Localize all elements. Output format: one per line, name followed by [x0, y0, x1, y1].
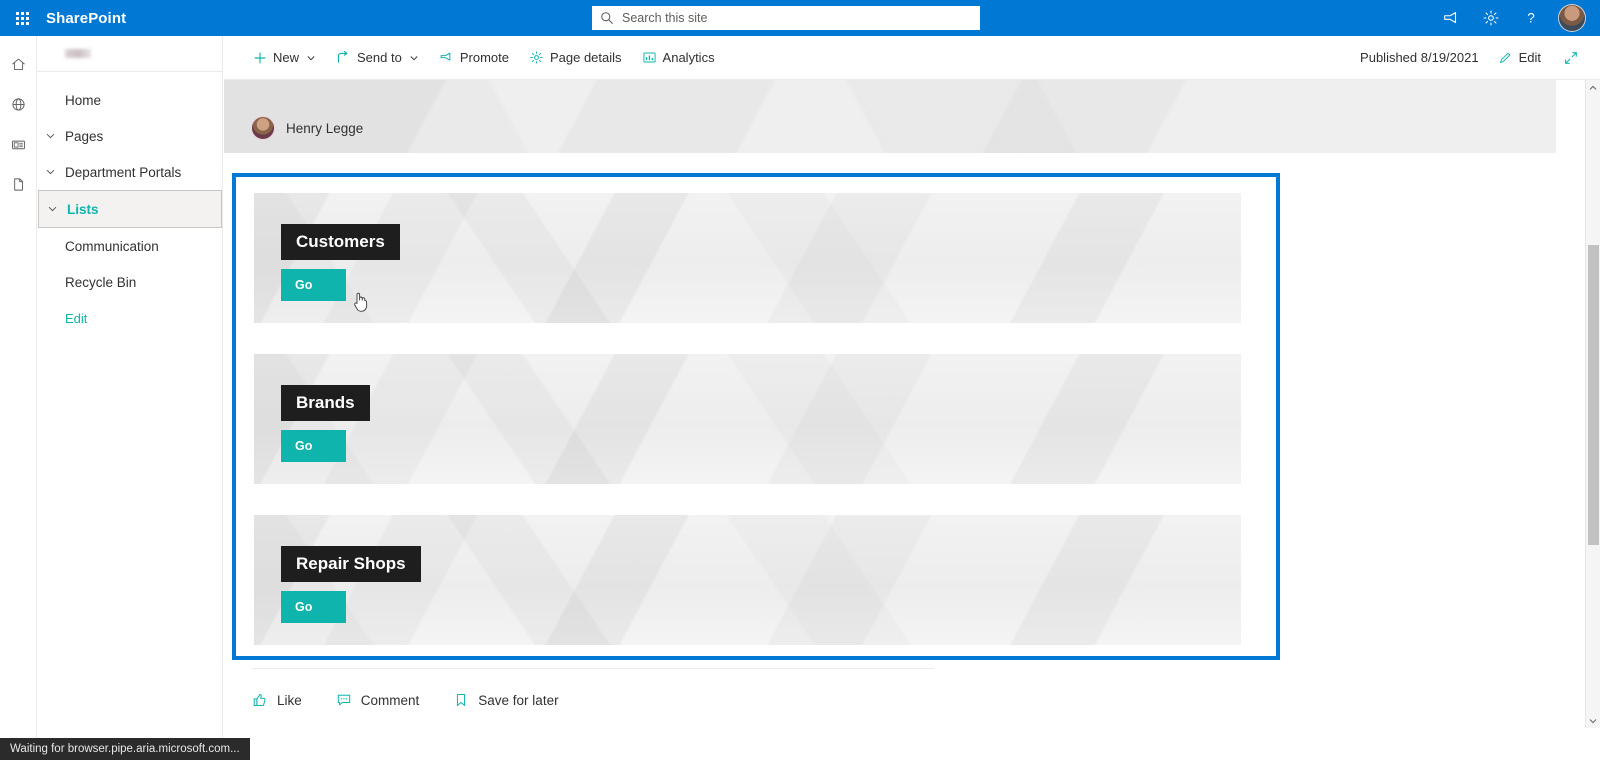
- site-navigation: Home Pages Department Portals Lists Comm…: [37, 36, 223, 760]
- nav-list: Home Pages Department Portals Lists Comm…: [37, 72, 222, 336]
- sharepoint-brand-link[interactable]: SharePoint: [46, 10, 126, 27]
- analytics-chart-icon: [642, 50, 657, 65]
- nav-edit-link[interactable]: Edit: [37, 300, 222, 336]
- command-bar-left: New Send to Promote Page details Analyti…: [224, 41, 724, 75]
- chevron-down-icon: [45, 131, 56, 142]
- bookmark-icon: [453, 692, 469, 708]
- author-avatar: [251, 116, 275, 140]
- gear-icon[interactable]: [1472, 0, 1510, 36]
- page-canvas: Henry Legge Customers Go Brands Go Repai…: [224, 80, 1600, 728]
- like-button[interactable]: Like: [252, 692, 302, 708]
- status-text: Waiting for browser.pipe.aria.microsoft.…: [10, 743, 240, 755]
- site-logo-row[interactable]: [37, 36, 222, 72]
- vertical-scrollbar[interactable]: [1585, 80, 1600, 728]
- promote-megaphone-icon: [439, 50, 454, 65]
- waffle-menu-button[interactable]: [0, 0, 44, 36]
- nav-label: Department Portals: [65, 164, 182, 180]
- help-question-icon[interactable]: ?: [1512, 0, 1550, 36]
- page-details-button-label: Page details: [549, 50, 622, 65]
- scrollbar-thumb[interactable]: [1588, 245, 1599, 545]
- new-button[interactable]: New: [244, 41, 325, 75]
- home-icon[interactable]: [0, 44, 37, 84]
- expand-button[interactable]: [1554, 41, 1588, 75]
- command-bar-right: Published 8/19/2021 Edit: [1360, 41, 1588, 75]
- nav-label: Lists: [67, 201, 99, 217]
- save-for-later-button-label: Save for later: [478, 692, 559, 708]
- send-to-button[interactable]: Send to: [327, 41, 428, 75]
- page-divider: [252, 668, 934, 669]
- search-input[interactable]: [622, 11, 972, 25]
- nav-label: Recycle Bin: [65, 274, 137, 290]
- hero-card[interactable]: Brands Go: [254, 354, 1241, 484]
- chevron-down-icon: [45, 167, 56, 178]
- page-details-button[interactable]: Page details: [520, 41, 631, 75]
- scroll-down-arrow-icon[interactable]: [1586, 713, 1600, 728]
- scroll-up-arrow-icon[interactable]: [1586, 80, 1600, 95]
- analytics-button[interactable]: Analytics: [633, 41, 724, 75]
- sidebar-item-lists[interactable]: Lists: [38, 190, 222, 228]
- chevron-down-icon: [409, 53, 419, 63]
- selected-webpart[interactable]: Customers Go Brands Go Repair Shops Go: [232, 173, 1280, 660]
- send-to-button-label: Send to: [357, 50, 402, 65]
- avatar: [1558, 4, 1586, 32]
- page-banner-image: [224, 80, 1556, 153]
- suite-actions: ?: [1432, 0, 1592, 36]
- analytics-button-label: Analytics: [662, 50, 715, 65]
- waffle-grid-icon: [15, 11, 29, 25]
- save-for-later-button[interactable]: Save for later: [453, 692, 559, 708]
- hero-card-go-button[interactable]: Go: [281, 430, 346, 462]
- comment-button[interactable]: Comment: [336, 692, 420, 708]
- sidebar-item-recycle-bin[interactable]: Recycle Bin: [37, 264, 222, 300]
- hero-card-go-button[interactable]: Go: [281, 591, 346, 623]
- comment-bubble-icon: [336, 692, 352, 708]
- app-rail: [0, 36, 37, 760]
- pencil-icon: [1498, 50, 1513, 65]
- sidebar-item-home[interactable]: Home: [37, 82, 222, 118]
- thumbs-up-icon: [252, 692, 268, 708]
- edit-button[interactable]: Edit: [1489, 41, 1550, 75]
- author-name: Henry Legge: [286, 120, 364, 136]
- chevron-down-icon: [47, 204, 58, 215]
- comment-button-label: Comment: [360, 692, 420, 708]
- nav-label: Communication: [65, 238, 159, 254]
- feedback-megaphone-icon[interactable]: [1432, 0, 1470, 36]
- edit-button-label: Edit: [1518, 50, 1541, 65]
- hero-card[interactable]: Customers Go: [254, 193, 1241, 323]
- svg-text:?: ?: [1527, 11, 1535, 26]
- hero-card-title: Customers: [281, 224, 400, 260]
- browser-status-bar: Waiting for browser.pipe.aria.microsoft.…: [0, 738, 250, 760]
- expand-diagonal-icon: [1563, 50, 1579, 66]
- new-button-label: New: [273, 50, 300, 65]
- page-icon[interactable]: [0, 164, 37, 204]
- hero-card-title: Repair Shops: [281, 546, 421, 582]
- sidebar-item-pages[interactable]: Pages: [37, 118, 222, 154]
- page-details-gear-icon: [529, 50, 544, 65]
- site-logo-redacted-icon: [65, 49, 91, 58]
- promote-button[interactable]: Promote: [430, 41, 518, 75]
- hero-card-title: Brands: [281, 385, 370, 421]
- hero-card-go-button[interactable]: Go: [281, 269, 346, 301]
- user-avatar-button[interactable]: [1552, 0, 1592, 36]
- search-icon: [601, 12, 613, 24]
- nav-label: Home: [65, 92, 102, 108]
- globe-icon[interactable]: [0, 84, 37, 124]
- suite-bar: SharePoint ?: [0, 0, 1600, 36]
- chevron-down-icon: [306, 53, 316, 63]
- command-bar: New Send to Promote Page details Analyti…: [224, 36, 1600, 80]
- sidebar-item-department-portals[interactable]: Department Portals: [37, 154, 222, 190]
- news-icon[interactable]: [0, 124, 37, 164]
- sidebar-item-communication[interactable]: Communication: [37, 228, 222, 264]
- nav-label: Pages: [65, 128, 104, 144]
- plus-icon: [253, 51, 267, 65]
- published-status: Published 8/19/2021: [1360, 50, 1479, 65]
- author-byline: Henry Legge: [251, 116, 363, 140]
- hero-card[interactable]: Repair Shops Go: [254, 515, 1241, 645]
- search-box[interactable]: [592, 6, 980, 30]
- page-actions: Like Comment Save for later: [252, 692, 559, 708]
- share-icon: [336, 50, 351, 65]
- like-button-label: Like: [277, 692, 302, 708]
- promote-button-label: Promote: [459, 50, 509, 65]
